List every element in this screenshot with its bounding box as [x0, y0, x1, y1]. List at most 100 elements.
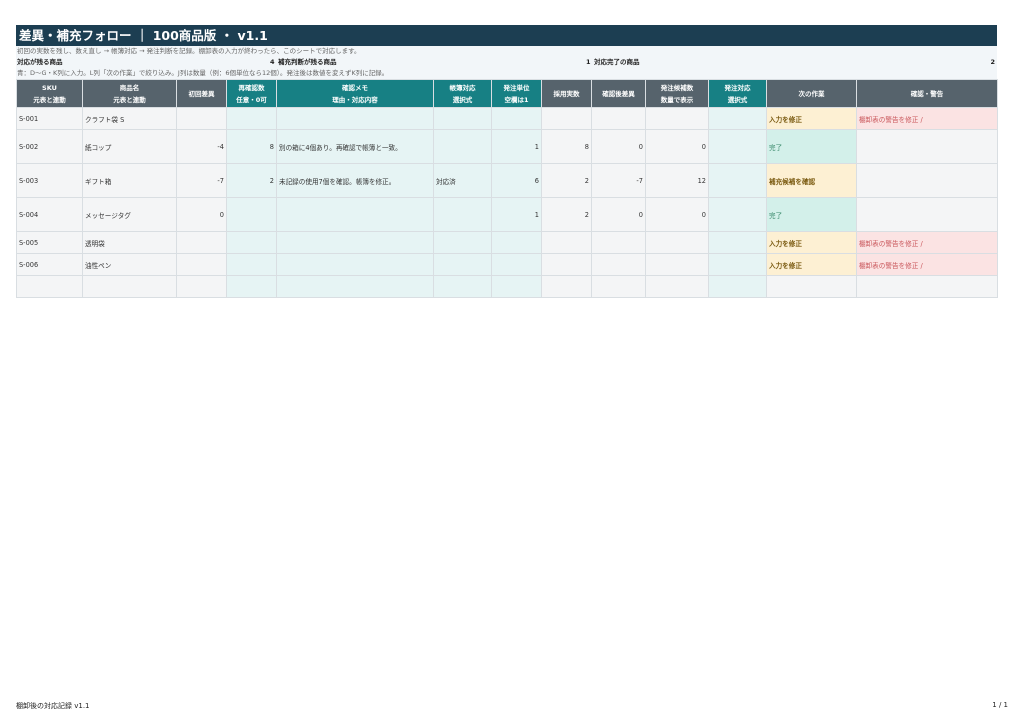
col-header-initial-diff[interactable]: 初回差異 [176, 79, 227, 108]
col-header-post-diff[interactable]: 確認後差異 [591, 79, 646, 108]
cell-order-unit[interactable]: 1 [491, 197, 542, 232]
cell-post-diff[interactable] [591, 107, 646, 130]
cell-initial-diff[interactable] [176, 231, 227, 254]
cell-order-action[interactable] [708, 163, 767, 198]
col-header-order-action[interactable]: 発注対応 選択式 [708, 79, 767, 108]
cell-sku[interactable]: S-005 [16, 231, 83, 254]
empty-cell[interactable] [591, 275, 646, 298]
cell-next-task[interactable]: 入力を修正 [766, 253, 857, 276]
cell-post-diff[interactable]: 0 [591, 129, 646, 164]
cell-actual[interactable]: 8 [541, 129, 592, 164]
cell-memo[interactable] [276, 231, 434, 254]
cell-recount[interactable] [226, 197, 277, 232]
cell-post-diff[interactable] [591, 253, 646, 276]
cell-actual[interactable]: 2 [541, 197, 592, 232]
cell-ledger[interactable]: 対応済 [433, 163, 492, 198]
cell-order-unit[interactable] [491, 107, 542, 130]
cell-warning[interactable]: 棚卸表の警告を修正 / [856, 231, 998, 254]
cell-next-task[interactable]: 入力を修正 [766, 107, 857, 130]
col-header-next-task[interactable]: 次の作業 [766, 79, 857, 108]
cell-memo[interactable] [276, 107, 434, 130]
cell-recount[interactable] [226, 253, 277, 276]
cell-order-unit[interactable]: 1 [491, 129, 542, 164]
cell-recount[interactable]: 8 [226, 129, 277, 164]
cell-name[interactable]: 油性ペン [82, 253, 177, 276]
empty-cell[interactable] [541, 275, 592, 298]
cell-warning[interactable] [856, 163, 998, 198]
cell-initial-diff[interactable] [176, 107, 227, 130]
cell-actual[interactable]: 2 [541, 163, 592, 198]
cell-order-unit[interactable] [491, 253, 542, 276]
cell-ledger[interactable] [433, 253, 492, 276]
cell-sku[interactable]: S-004 [16, 197, 83, 232]
cell-next-task[interactable]: 補充候補を確認 [766, 163, 857, 198]
cell-actual[interactable] [541, 107, 592, 130]
cell-warning[interactable]: 棚卸表の警告を修正 / [856, 253, 998, 276]
cell-initial-diff[interactable]: 0 [176, 197, 227, 232]
cell-sku[interactable]: S-003 [16, 163, 83, 198]
cell-name[interactable]: クラフト袋 S [82, 107, 177, 130]
cell-memo[interactable]: 別の箱に4個あり。再確認で帳簿と一致。 [276, 129, 434, 164]
empty-cell[interactable] [16, 275, 83, 298]
empty-cell[interactable] [708, 275, 767, 298]
cell-order-qty[interactable] [645, 253, 709, 276]
col-header-ledger[interactable]: 帳簿対応 選択式 [433, 79, 492, 108]
cell-post-diff[interactable]: -7 [591, 163, 646, 198]
cell-recount[interactable] [226, 231, 277, 254]
cell-order-action[interactable] [708, 129, 767, 164]
cell-memo[interactable] [276, 197, 434, 232]
empty-cell[interactable] [176, 275, 227, 298]
col-header-warning[interactable]: 確認・警告 [856, 79, 998, 108]
cell-order-qty[interactable]: 0 [645, 129, 709, 164]
empty-cell[interactable] [645, 275, 709, 298]
cell-order-action[interactable] [708, 197, 767, 232]
cell-recount[interactable]: 2 [226, 163, 277, 198]
cell-warning[interactable]: 棚卸表の警告を修正 / [856, 107, 998, 130]
cell-sku[interactable]: S-001 [16, 107, 83, 130]
cell-next-task[interactable]: 完了 [766, 129, 857, 164]
cell-initial-diff[interactable]: -4 [176, 129, 227, 164]
cell-post-diff[interactable]: 0 [591, 197, 646, 232]
cell-recount[interactable] [226, 107, 277, 130]
cell-ledger[interactable] [433, 129, 492, 164]
cell-order-unit[interactable]: 6 [491, 163, 542, 198]
col-header-recount[interactable]: 再確認数 任意・0可 [226, 79, 277, 108]
col-header-actual[interactable]: 採用実数 [541, 79, 592, 108]
cell-initial-diff[interactable]: -7 [176, 163, 227, 198]
cell-name[interactable]: メッセージタグ [82, 197, 177, 232]
empty-cell[interactable] [82, 275, 177, 298]
col-header-memo[interactable]: 確認メモ 理由・対応内容 [276, 79, 434, 108]
col-header-sku[interactable]: SKU 元表と連動 [16, 79, 83, 108]
empty-cell[interactable] [766, 275, 857, 298]
cell-order-action[interactable] [708, 107, 767, 130]
cell-name[interactable]: 紙コップ [82, 129, 177, 164]
cell-actual[interactable] [541, 253, 592, 276]
col-header-product-name[interactable]: 商品名 元表と連動 [82, 79, 177, 108]
empty-cell[interactable] [856, 275, 998, 298]
cell-memo[interactable]: 未記録の使用7個を確認。帳簿を修正。 [276, 163, 434, 198]
cell-name[interactable]: 透明袋 [82, 231, 177, 254]
empty-cell[interactable] [491, 275, 542, 298]
col-header-order-qty[interactable]: 発注候補数 数量で表示 [645, 79, 709, 108]
cell-name[interactable]: ギフト箱 [82, 163, 177, 198]
cell-order-action[interactable] [708, 253, 767, 276]
cell-next-task[interactable]: 入力を修正 [766, 231, 857, 254]
cell-next-task[interactable]: 完了 [766, 197, 857, 232]
cell-memo[interactable] [276, 253, 434, 276]
cell-initial-diff[interactable] [176, 253, 227, 276]
col-header-order-unit[interactable]: 発注単位 空欄は1 [491, 79, 542, 108]
empty-cell[interactable] [433, 275, 492, 298]
cell-order-qty[interactable]: 0 [645, 197, 709, 232]
cell-warning[interactable] [856, 197, 998, 232]
cell-order-qty[interactable] [645, 231, 709, 254]
cell-ledger[interactable] [433, 107, 492, 130]
cell-ledger[interactable] [433, 231, 492, 254]
cell-order-unit[interactable] [491, 231, 542, 254]
cell-order-action[interactable] [708, 231, 767, 254]
cell-actual[interactable] [541, 231, 592, 254]
cell-order-qty[interactable]: 12 [645, 163, 709, 198]
cell-order-qty[interactable] [645, 107, 709, 130]
cell-warning[interactable] [856, 129, 998, 164]
empty-cell[interactable] [226, 275, 277, 298]
cell-ledger[interactable] [433, 197, 492, 232]
